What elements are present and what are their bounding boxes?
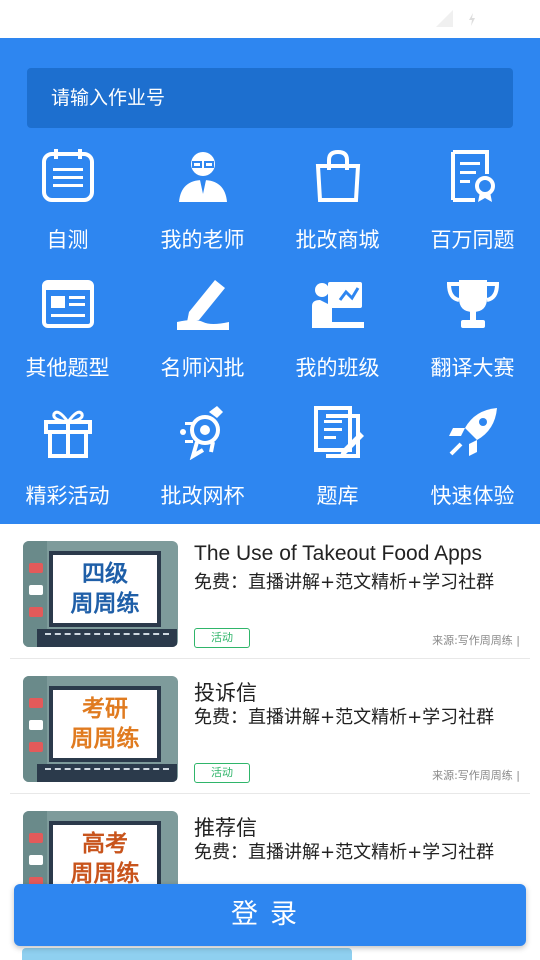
article-source: 来源:写作周周练 | <box>432 769 520 782</box>
grid-item-label: 批改商城 <box>295 228 380 252</box>
grid-item-label: 自测 <box>46 228 89 252</box>
grid-item-fast-marking[interactable]: 名师闪批 <box>135 274 270 402</box>
grid-item-label: 翻译大赛 <box>430 356 515 380</box>
status-icons: 6:28 <box>401 6 528 29</box>
rocket-icon <box>449 408 497 456</box>
window-icon <box>42 280 94 328</box>
trophy-icon <box>446 280 500 328</box>
shopping-bag-icon <box>315 149 361 202</box>
thumbnail-caption: 四级 周周练 <box>70 561 140 617</box>
teacher-icon <box>179 152 227 202</box>
grid-item-label: 百万同题 <box>430 228 515 252</box>
grid-item-events[interactable]: 精彩活动 <box>0 402 135 530</box>
classroom-icon <box>312 282 364 328</box>
grid-item-self-test[interactable]: 自测 <box>0 146 135 274</box>
event-tag: 活动 <box>194 628 250 648</box>
grid-item-label: 精彩活动 <box>25 484 110 508</box>
grid-item-quick-trial[interactable]: 快速体验 <box>405 402 540 530</box>
grid-item-my-class[interactable]: 我的班级 <box>270 274 405 402</box>
grid-item-pigai-cup[interactable]: 批改网杯 <box>135 402 270 530</box>
grid-item-label: 快速体验 <box>430 484 515 508</box>
grid-item-label: 我的老师 <box>160 228 245 252</box>
article-thumbnail: 四级 周周练 <box>23 541 178 647</box>
event-tag: 活动 <box>194 763 250 783</box>
grid-item-other-types[interactable]: 其他题型 <box>0 274 135 402</box>
grid-item-label: 题库 <box>316 484 359 508</box>
article-description: 免费：直播讲解+范文精析+学习社群 <box>194 842 495 863</box>
thumbnail-caption: 考研 周周练 <box>70 696 140 752</box>
grid-item-translation-contest[interactable]: 翻译大赛 <box>405 274 540 402</box>
status-time: 6:28 <box>489 6 528 28</box>
list-item[interactable]: 四级 周周练 The Use of Takeout Food Apps 免费：直播… <box>10 524 530 659</box>
grid-item-my-teacher[interactable]: 我的老师 <box>135 146 270 274</box>
login-button[interactable]: 登录 <box>14 884 526 946</box>
documents-icon <box>314 406 364 458</box>
grid-item-label: 我的班级 <box>295 356 380 380</box>
pencil-icon <box>177 280 229 330</box>
grid-item-marking-store[interactable]: 批改商城 <box>270 146 405 274</box>
thumbnail-caption: 高考 周周练 <box>70 831 140 887</box>
medal-icon <box>180 406 223 460</box>
wifi-icon <box>401 8 426 28</box>
notepad-icon <box>42 149 94 202</box>
certificate-icon <box>451 150 495 202</box>
grid-item-label: 其他题型 <box>25 356 110 380</box>
next-article-peek <box>22 948 352 960</box>
list-item[interactable]: 考研 周周练 投诉信 免费：直播讲解+范文精析+学习社群 活动 来源:写作周周练 … <box>10 659 530 794</box>
grid-item-label: 名师闪批 <box>160 356 245 380</box>
article-thumbnail: 考研 周周练 <box>23 676 178 782</box>
grid-item-label: 批改网杯 <box>160 484 245 508</box>
article-description: 免费：直播讲解+范文精析+学习社群 <box>194 572 495 593</box>
grid-item-million-questions[interactable]: 百万同题 <box>405 146 540 274</box>
gift-icon <box>44 410 92 458</box>
hero-panel: 请输入作业号 自测 我的老师 批改商城 百万同题 其他题型 名师闪批 我的班级 … <box>0 38 540 524</box>
article-title: The Use of Takeout Food Apps <box>194 542 482 565</box>
article-source: 来源:写作周周练 | <box>432 634 520 647</box>
search-placeholder: 请输入作业号 <box>51 87 166 109</box>
status-bar: 6:28 <box>0 0 540 38</box>
signal-icon <box>435 8 455 28</box>
grid-item-question-bank[interactable]: 题库 <box>270 402 405 530</box>
battery-icon <box>465 6 480 29</box>
article-description: 免费：直播讲解+范文精析+学习社群 <box>194 707 495 728</box>
homework-search-input[interactable]: 请输入作业号 <box>27 68 513 128</box>
